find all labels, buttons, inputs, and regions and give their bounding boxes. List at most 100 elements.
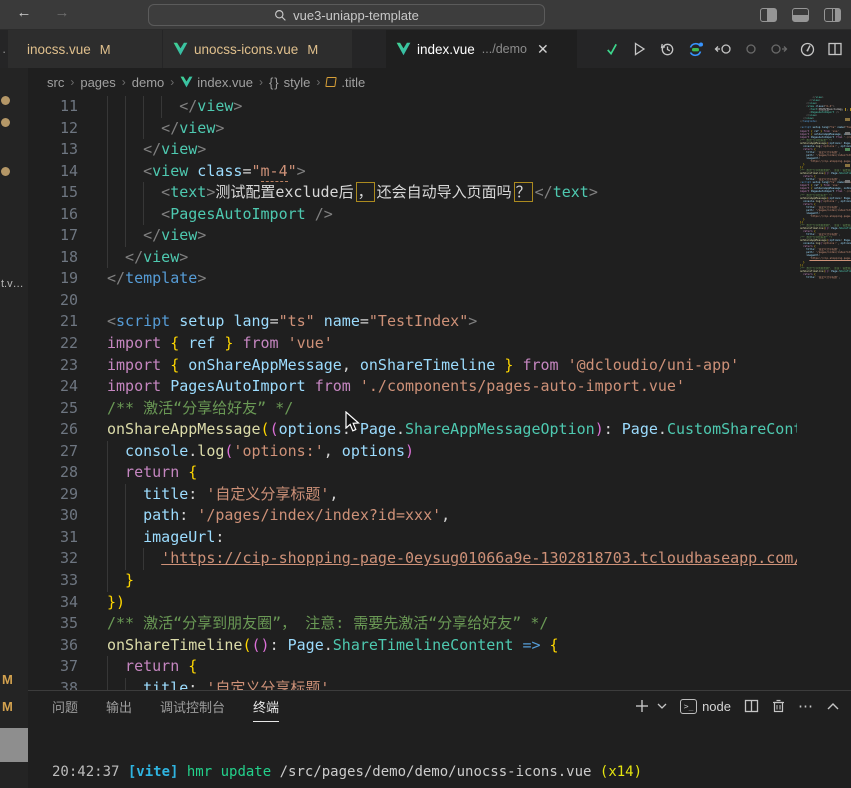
toggle-primary-sidebar-icon[interactable] [760, 8, 777, 22]
code-line: 18</view> [28, 247, 797, 269]
log-source-tag: [vite] [128, 764, 179, 780]
code-line: 24import PagesAutoImport from './compone… [28, 376, 797, 398]
modified-dot-indicator [1, 96, 10, 105]
modified-dot-indicator [1, 118, 10, 127]
vue-file-icon [396, 42, 411, 56]
tab-path-detail: .../demo [482, 42, 527, 56]
mouse-pointer-icon [345, 411, 361, 433]
more-actions-icon[interactable]: ⋯ [798, 697, 814, 715]
tab-label: index.vue [417, 42, 475, 57]
command-center-search[interactable]: vue3-uniapp-template [148, 4, 545, 26]
forward-arrow-icon[interactable]: → [52, 4, 72, 21]
code-line: 31imageUrl: [28, 527, 797, 549]
maximize-panel-icon[interactable] [827, 702, 839, 710]
toggle-panel-icon[interactable] [792, 8, 809, 22]
code-line: 38title: '自定义分享标题', [28, 678, 797, 690]
modified-badge: M [307, 42, 318, 57]
hot-reload-icon[interactable] [685, 39, 705, 59]
overview-ruler-mark [845, 132, 850, 135]
split-editor-icon[interactable] [825, 39, 845, 59]
new-terminal-icon[interactable] [635, 699, 649, 713]
code-line: 26onShareAppMessage((options: Page.Share… [28, 419, 797, 441]
git-modified-badge: M [2, 672, 13, 687]
code-line: 23import { onShareAppMessage, onShareTim… [28, 355, 797, 377]
file-history-icon[interactable] [657, 39, 677, 59]
tab-index-vue-active[interactable]: index.vue .../demo ✕ [386, 30, 578, 68]
tab-label: inocss.vue [27, 42, 91, 57]
terminal-line: 20:42:37 [vite] hmr update /src/pages/de… [52, 763, 851, 781]
code-line: 22import { ref } from 'vue' [28, 333, 797, 355]
code-lines[interactable]: 11</view>12</view>13</view>14<view class… [28, 96, 797, 690]
code-line: 11</view> [28, 96, 797, 118]
panel-header: 问题 输出 调试控制台 终端 >_ node ⋯ [28, 691, 851, 721]
code-line: 19</template> [28, 268, 797, 290]
next-change-icon[interactable] [769, 39, 789, 59]
code-line: 28return { [28, 462, 797, 484]
terminal-profile-icon[interactable]: >_ node [680, 699, 731, 714]
breadcrumb-separator: › [70, 75, 74, 89]
run-file-icon[interactable] [629, 39, 649, 59]
code-line: 34}) [28, 592, 797, 614]
editor-tab-bar: ·· inocss.vue M unocss-icons.vue M index… [0, 30, 851, 68]
log-repeat-count: (x14) [600, 764, 642, 780]
tab-inocss-vue[interactable]: inocss.vue M [8, 30, 163, 68]
code-line: 32'https://cip-shopping-page-0eysug01066… [28, 548, 797, 570]
layout-controls [760, 8, 841, 22]
symbol-namespace-icon: {} [269, 75, 280, 90]
vue-file-icon [173, 42, 188, 56]
overview-ruler-mark [845, 118, 850, 121]
tab-unocss-icons-vue[interactable]: unocss-icons.vue M [163, 30, 353, 68]
code-line: 33} [28, 570, 797, 592]
code-line: 35/** 激活“分享到朋友圈”， 注意: 需要先激活“分享给好友” */ [28, 613, 797, 635]
vue-file-icon [180, 76, 193, 88]
current-change-icon[interactable] [741, 39, 761, 59]
command-center-text: vue3-uniapp-template [293, 8, 419, 23]
truncated-filename: t.v… [1, 278, 24, 290]
log-action: hmr update [178, 764, 279, 780]
breadcrumb: src › pages › demo › index.vue › {} styl… [28, 68, 851, 96]
modified-dot-indicator [1, 167, 10, 176]
tab-problems[interactable]: 问题 [52, 691, 78, 721]
terminal-output[interactable]: 20:42:37 [vite] hmr update /src/pages/de… [28, 721, 851, 788]
breadcrumb-item-title[interactable]: .title [341, 75, 365, 90]
editor-actions [601, 30, 845, 68]
breadcrumb-item-demo[interactable]: demo [132, 75, 165, 90]
close-tab-icon[interactable]: ✕ [537, 41, 549, 58]
code-line: 14<view class="m-4"> [28, 161, 797, 183]
breadcrumb-separator: › [259, 75, 263, 89]
overview-ruler-mark [845, 148, 850, 151]
prev-change-icon[interactable] [713, 39, 733, 59]
gauge-icon[interactable] [797, 39, 817, 59]
code-line: 15<text>测试配置exclude后，还会自动导入页面吗？</text> [28, 182, 797, 204]
overview-ruler-mark [845, 180, 850, 183]
minimap[interactable]: </view> </view> </view> <view class="m-4… [797, 96, 851, 690]
code-line: 12</view> [28, 118, 797, 140]
split-terminal-icon[interactable] [744, 699, 759, 713]
code-line: 30path: '/pages/index/index?id=xxx', [28, 505, 797, 527]
terminal-dropdown-icon[interactable] [657, 702, 667, 710]
modified-badge: M [100, 42, 111, 57]
kill-terminal-icon[interactable] [772, 699, 785, 713]
panel-actions: >_ node ⋯ [635, 697, 839, 715]
search-icon [274, 9, 287, 22]
collapsed-sidebar[interactable]: t.v… M M [0, 68, 28, 788]
sidebar-scrollbar-thumb[interactable] [0, 728, 28, 762]
code-editor[interactable]: 11</view>12</view>13</view>14<view class… [28, 96, 851, 690]
breadcrumb-item-pages[interactable]: pages [80, 75, 115, 90]
terminal-profile-label: node [702, 699, 731, 714]
breadcrumb-item-file[interactable]: index.vue [197, 75, 253, 90]
tab-label: unocss-icons.vue [194, 42, 298, 57]
code-line: 16<PagesAutoImport /> [28, 204, 797, 226]
tab-terminal[interactable]: 终端 [253, 691, 279, 722]
code-line: 37return { [28, 656, 797, 678]
bottom-panel: 问题 输出 调试控制台 终端 >_ node ⋯ [28, 690, 851, 788]
breadcrumb-separator: › [316, 75, 320, 89]
vue-check-icon[interactable] [601, 39, 621, 59]
tab-debug-console[interactable]: 调试控制台 [160, 691, 225, 721]
back-arrow-icon[interactable]: ← [14, 4, 34, 21]
log-timestamp: 20:42:37 [52, 764, 128, 780]
breadcrumb-item-style[interactable]: style [284, 75, 311, 90]
tab-output[interactable]: 输出 [106, 691, 132, 721]
breadcrumb-item-src[interactable]: src [47, 75, 64, 90]
toggle-secondary-sidebar-icon[interactable] [824, 8, 841, 22]
